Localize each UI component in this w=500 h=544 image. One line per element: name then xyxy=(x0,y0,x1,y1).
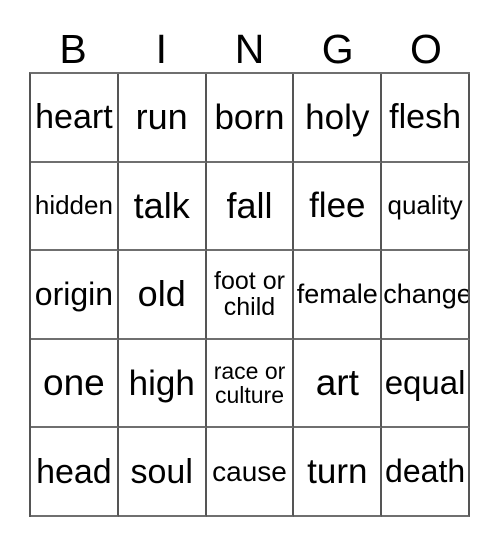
bingo-cell-label: fall xyxy=(226,184,273,226)
bingo-cell[interactable]: soul xyxy=(118,428,207,517)
bingo-cell-label: art xyxy=(315,362,359,404)
bingo-header-letter-i: I xyxy=(155,26,167,72)
bingo-cell-label: flesh xyxy=(389,98,461,137)
bingo-cell-label: one xyxy=(43,362,105,404)
bingo-cell[interactable]: turn xyxy=(294,428,383,517)
bingo-cell-label: soul xyxy=(130,452,193,491)
bingo-cell[interactable]: cause xyxy=(206,428,295,517)
bingo-cell[interactable]: hidden xyxy=(31,162,119,252)
bingo-cell-label: holy xyxy=(305,97,370,137)
bingo-cell-label: run xyxy=(135,96,188,138)
bingo-cell-label: head xyxy=(36,452,112,491)
bingo-cell-label: change xyxy=(383,279,470,310)
bingo-cell-label: born xyxy=(214,97,285,137)
bingo-cell[interactable]: flee xyxy=(294,162,383,252)
bingo-card: B I N G O heart run born holy flesh hidd… xyxy=(0,0,500,544)
bingo-cell[interactable]: change xyxy=(382,251,470,340)
bingo-cell[interactable]: heart xyxy=(31,74,119,163)
bingo-cell[interactable]: quality xyxy=(382,162,470,252)
bingo-cell-label: equal xyxy=(384,363,466,401)
bingo-cell-label: hidden xyxy=(34,190,113,221)
bingo-header-letter-n: N xyxy=(234,26,265,72)
bingo-cell[interactable]: foot or child xyxy=(206,251,295,340)
bingo-cell[interactable]: art xyxy=(294,339,383,429)
bingo-cell-label: cause xyxy=(212,455,287,487)
bingo-header-letter-g: G xyxy=(321,26,354,72)
bingo-cell[interactable]: flesh xyxy=(382,74,470,163)
bingo-cell[interactable]: holy xyxy=(294,74,383,163)
bingo-cell-label: heart xyxy=(35,98,113,137)
bingo-header-letter-b: B xyxy=(59,26,87,72)
bingo-cell[interactable]: old xyxy=(118,251,207,340)
bingo-cell[interactable]: born xyxy=(206,74,295,163)
bingo-cell[interactable]: equal xyxy=(382,339,470,429)
bingo-cell[interactable]: high xyxy=(118,339,207,429)
bingo-cell-label: race or culture xyxy=(213,357,286,409)
bingo-cell-label: quality xyxy=(387,190,463,221)
bingo-cell-label: talk xyxy=(133,184,190,226)
bingo-cell-label: origin xyxy=(34,275,114,312)
bingo-cell[interactable]: death xyxy=(382,428,470,517)
bingo-grid: heart run born holy flesh hidden talk fa… xyxy=(29,72,470,517)
bingo-cell[interactable]: fall xyxy=(206,162,295,252)
bingo-cell-label: death xyxy=(385,452,466,489)
bingo-cell-label: foot or child xyxy=(214,266,285,322)
bingo-cell[interactable]: run xyxy=(118,74,207,163)
bingo-header-letter-o: O xyxy=(409,26,442,72)
bingo-cell[interactable]: female xyxy=(294,251,383,340)
bingo-cell[interactable]: one xyxy=(31,339,119,429)
bingo-cell-label: turn xyxy=(307,452,368,492)
bingo-cell[interactable]: head xyxy=(31,428,119,517)
bingo-cell-label: high xyxy=(128,363,195,403)
bingo-grid-row: heart run born holy flesh xyxy=(31,74,470,163)
bingo-cell[interactable]: talk xyxy=(118,162,207,252)
bingo-header-row: B I N G O xyxy=(29,17,470,72)
bingo-cell-label: old xyxy=(137,273,186,315)
bingo-cell[interactable]: race or culture xyxy=(206,339,295,429)
bingo-grid-row: hidden talk fall flee quality xyxy=(31,162,470,252)
bingo-cell-label: female xyxy=(296,279,378,310)
bingo-grid-row: head soul cause turn death xyxy=(31,428,470,517)
bingo-cell-label: flee xyxy=(309,186,366,226)
bingo-grid-row: one high race or culture art equal xyxy=(31,339,470,429)
bingo-grid-row: origin old foot or child female change xyxy=(31,251,470,340)
bingo-cell[interactable]: origin xyxy=(31,251,119,340)
